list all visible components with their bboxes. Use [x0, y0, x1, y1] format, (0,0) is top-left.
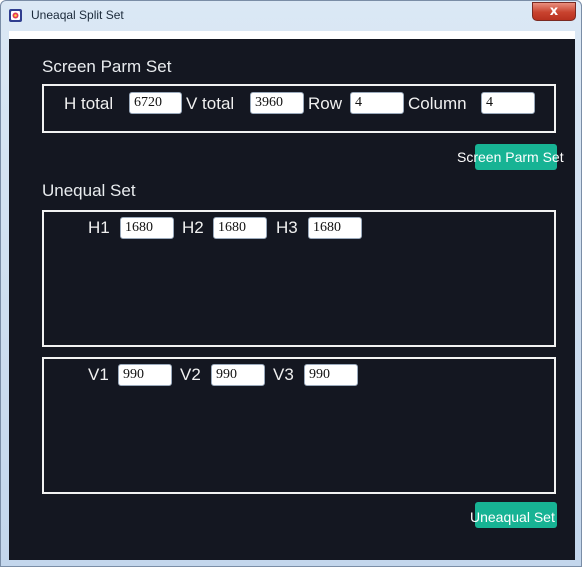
- uneaqual-set-button-label[interactable]: Uneaqual Set: [470, 509, 555, 525]
- screen-parm-set-button-label[interactable]: Screen Parm Set: [457, 149, 564, 165]
- column-label: Column: [408, 94, 467, 113]
- h3-label: H3: [276, 218, 298, 237]
- column-field[interactable]: 4: [481, 92, 535, 114]
- close-icon: x: [549, 4, 559, 19]
- h3-field[interactable]: 1680: [308, 217, 362, 239]
- app-icon: [9, 9, 22, 22]
- v1-label: V1: [88, 365, 109, 384]
- close-button[interactable]: x: [532, 2, 576, 21]
- screen-parm-section-title: Screen Parm Set: [42, 57, 172, 76]
- h-total-label: H total: [64, 94, 114, 113]
- v2-field[interactable]: 990: [211, 364, 265, 386]
- h1-label: H1: [88, 218, 110, 237]
- v-total-field[interactable]: 3960: [250, 92, 304, 114]
- h2-label: H2: [182, 218, 204, 237]
- dialog-window: Uneaqal Split Set x Screen Parm Set H to…: [0, 0, 582, 567]
- v3-label: V3: [273, 365, 294, 384]
- v2-label: V2: [180, 365, 201, 384]
- row-label: Row: [308, 94, 343, 113]
- v-total-label: V total: [186, 94, 235, 113]
- h1-field[interactable]: 1680: [120, 217, 174, 239]
- unequal-section-title: Unequal Set: [42, 181, 136, 200]
- v3-field[interactable]: 990: [304, 364, 358, 386]
- h-total-field[interactable]: 6720: [129, 92, 182, 114]
- top-divider: [9, 31, 575, 39]
- h2-field[interactable]: 1680: [213, 217, 267, 239]
- row-field[interactable]: 4: [350, 92, 404, 114]
- title-bar[interactable]: Uneaqal Split Set x: [1, 1, 581, 31]
- v1-field[interactable]: 990: [118, 364, 172, 386]
- dialog-body: Screen Parm Set H total 6720 V total 396…: [9, 31, 575, 560]
- window-title: Uneaqal Split Set: [31, 8, 124, 22]
